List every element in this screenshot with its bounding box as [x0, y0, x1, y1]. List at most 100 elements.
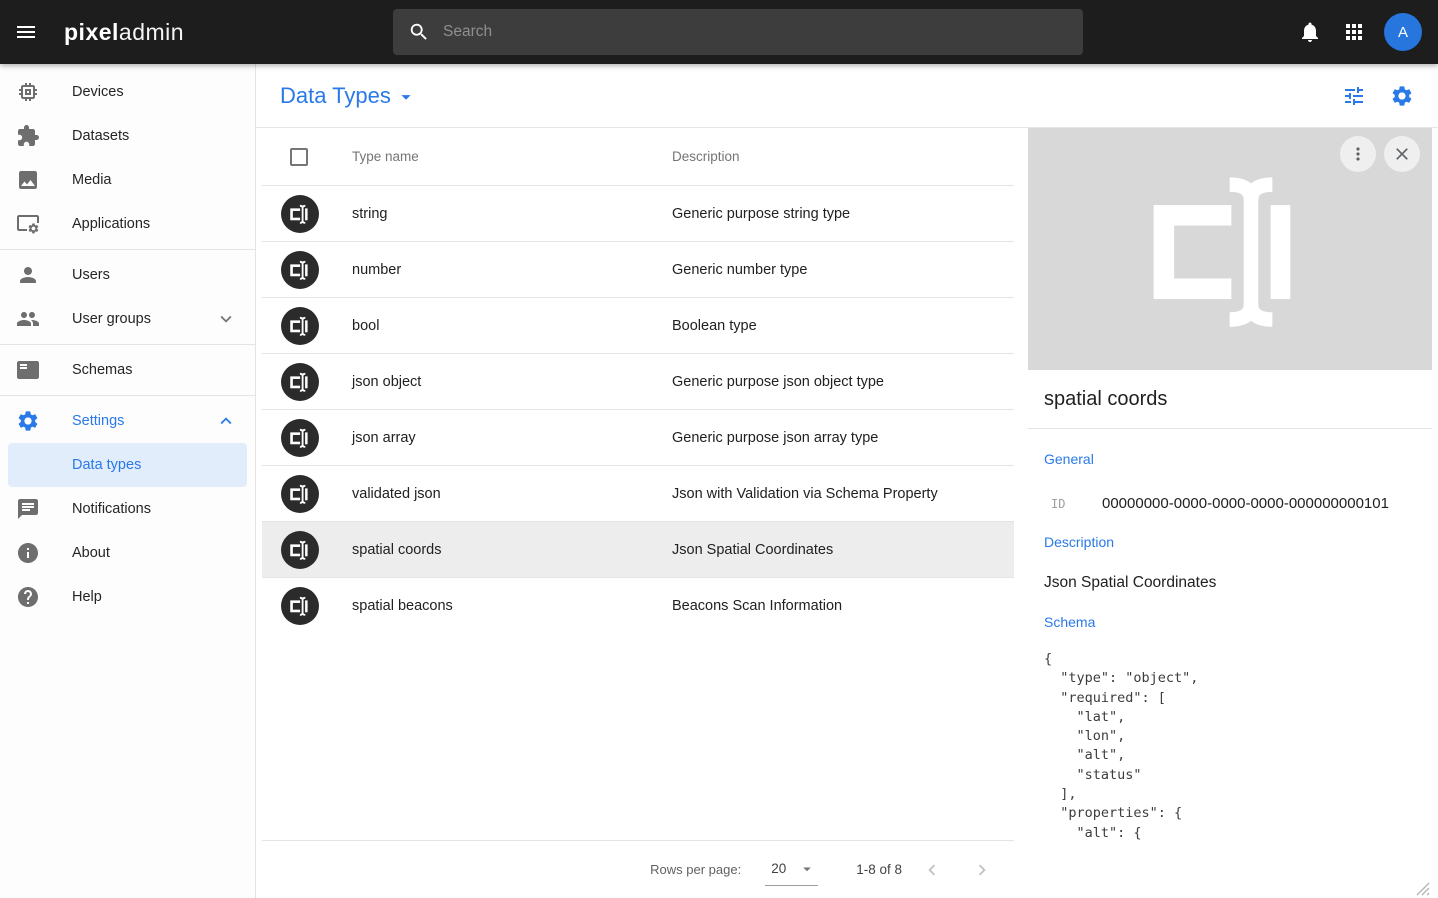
cell-description: Generic purpose json object type	[672, 374, 1014, 390]
pagination-range: 1-8 of 8	[856, 862, 902, 877]
search-icon	[408, 21, 430, 43]
search-input[interactable]	[443, 23, 1043, 41]
id-label: ID	[1044, 497, 1102, 511]
data-types-table: Type name Description string Generic pur…	[256, 128, 1028, 898]
table-row[interactable]: spatial beacons Beacons Scan Information	[262, 577, 1014, 633]
sidebar-divider	[0, 249, 255, 250]
data-type-icon-large	[1128, 147, 1333, 352]
data-type-avatar	[281, 531, 319, 569]
panel-more-button[interactable]	[1340, 136, 1376, 172]
cell-type-name: string	[352, 206, 672, 222]
hamburger-menu-button[interactable]	[2, 8, 50, 56]
topbar-actions: A	[1288, 0, 1438, 64]
person-icon	[16, 263, 40, 287]
schema-code-block: { "type": "object", "required": [ "lat",…	[1044, 650, 1416, 843]
data-type-icon	[287, 593, 313, 619]
help-icon	[16, 585, 40, 609]
sidebar-item-settings[interactable]: Settings	[0, 399, 255, 443]
data-type-icon	[287, 537, 313, 563]
sidebar-item-label: Settings	[72, 413, 124, 429]
panel-close-button[interactable]	[1384, 136, 1420, 172]
data-type-avatar	[281, 475, 319, 513]
table-row[interactable]: json array Generic purpose json array ty…	[262, 409, 1014, 465]
sidebar-item-user-groups[interactable]: User groups	[0, 297, 255, 341]
cell-type-name: spatial beacons	[352, 598, 672, 614]
sidebar-item-data-types[interactable]: Data types	[8, 443, 247, 487]
cell-description: Generic purpose json array type	[672, 430, 1014, 446]
sidebar-item-applications[interactable]: Applications	[0, 202, 255, 246]
memory-chip-icon	[16, 80, 40, 104]
sidebar-divider	[0, 344, 255, 345]
cell-description: Generic number type	[672, 262, 1014, 278]
chevron-up-icon	[215, 410, 237, 432]
sidebar-item-devices[interactable]: Devices	[0, 70, 255, 114]
section-label-description: Description	[1044, 534, 1416, 550]
page-title: Data Types	[280, 83, 391, 109]
sidebar-item-label: Help	[72, 589, 102, 605]
sidebar-item-label: Users	[72, 267, 110, 283]
app-logo[interactable]: pixeladmin	[64, 19, 184, 46]
cell-description: Json Spatial Coordinates	[672, 542, 1014, 558]
table-row[interactable]: string Generic purpose string type	[262, 185, 1014, 241]
user-avatar[interactable]: A	[1384, 13, 1422, 51]
cell-description: Boolean type	[672, 318, 1014, 334]
puzzle-icon	[16, 124, 40, 148]
content-header: Data Types	[256, 64, 1438, 128]
chat-icon	[16, 497, 40, 521]
apps-grid-icon	[1342, 20, 1366, 44]
close-icon	[1392, 144, 1412, 164]
settings-button[interactable]	[1378, 72, 1426, 120]
gear-icon	[1390, 84, 1414, 108]
featured-list-icon	[16, 358, 40, 382]
resize-handle[interactable]	[1414, 880, 1430, 896]
table-row-selected[interactable]: spatial coords Json Spatial Coordinates	[262, 521, 1014, 577]
table-row[interactable]: json object Generic purpose json object …	[262, 353, 1014, 409]
sidebar-item-help[interactable]: Help	[0, 575, 255, 619]
table-row[interactable]: bool Boolean type	[262, 297, 1014, 353]
title-caret-icon	[395, 86, 417, 108]
sidebar: Devices Datasets Media Applications User…	[0, 64, 256, 898]
chevron-right-icon	[971, 859, 993, 881]
image-icon	[16, 168, 40, 192]
cell-description: Beacons Scan Information	[672, 598, 1014, 614]
page-title-dropdown[interactable]: Data Types	[280, 83, 417, 109]
sidebar-item-about[interactable]: About	[0, 531, 255, 575]
sidebar-item-schemas[interactable]: Schemas	[0, 348, 255, 392]
rows-per-page-select[interactable]: 20	[765, 854, 818, 886]
select-all-checkbox[interactable]	[290, 148, 308, 166]
data-type-icon	[287, 257, 313, 283]
main-content: Data Types	[256, 64, 1438, 898]
topbar: pixeladmin A	[0, 0, 1438, 64]
table-row[interactable]: validated json Json with Validation via …	[262, 465, 1014, 521]
table-header-row: Type name Description	[262, 128, 1014, 185]
chevron-left-icon	[921, 859, 943, 881]
previous-page-button[interactable]	[912, 850, 952, 890]
dropdown-caret-icon	[798, 860, 816, 878]
search-bar[interactable]	[393, 9, 1083, 55]
filter-button[interactable]	[1330, 72, 1378, 120]
sidebar-item-users[interactable]: Users	[0, 253, 255, 297]
bell-icon	[1298, 20, 1322, 44]
cell-type-name: validated json	[352, 486, 672, 502]
data-type-avatar	[281, 363, 319, 401]
table-row[interactable]: number Generic number type	[262, 241, 1014, 297]
sidebar-item-datasets[interactable]: Datasets	[0, 114, 255, 158]
notifications-button[interactable]	[1288, 10, 1332, 54]
cell-description: Json with Validation via Schema Property	[672, 486, 1014, 502]
more-vert-icon	[1348, 144, 1368, 164]
sidebar-item-label: Media	[72, 172, 112, 188]
column-header-type-name[interactable]: Type name	[352, 149, 672, 164]
cell-type-name: json object	[352, 374, 672, 390]
apps-grid-button[interactable]	[1332, 10, 1376, 54]
sidebar-item-notifications[interactable]: Notifications	[0, 487, 255, 531]
data-type-avatar	[281, 419, 319, 457]
cell-type-name: spatial coords	[352, 542, 672, 558]
menu-icon	[14, 20, 38, 44]
sidebar-item-media[interactable]: Media	[0, 158, 255, 202]
sidebar-item-label: Notifications	[72, 501, 151, 517]
data-type-avatar	[281, 251, 319, 289]
rows-per-page-value: 20	[771, 861, 786, 876]
column-header-description[interactable]: Description	[672, 149, 1014, 164]
avatar-letter: A	[1398, 24, 1408, 41]
next-page-button[interactable]	[962, 850, 1002, 890]
